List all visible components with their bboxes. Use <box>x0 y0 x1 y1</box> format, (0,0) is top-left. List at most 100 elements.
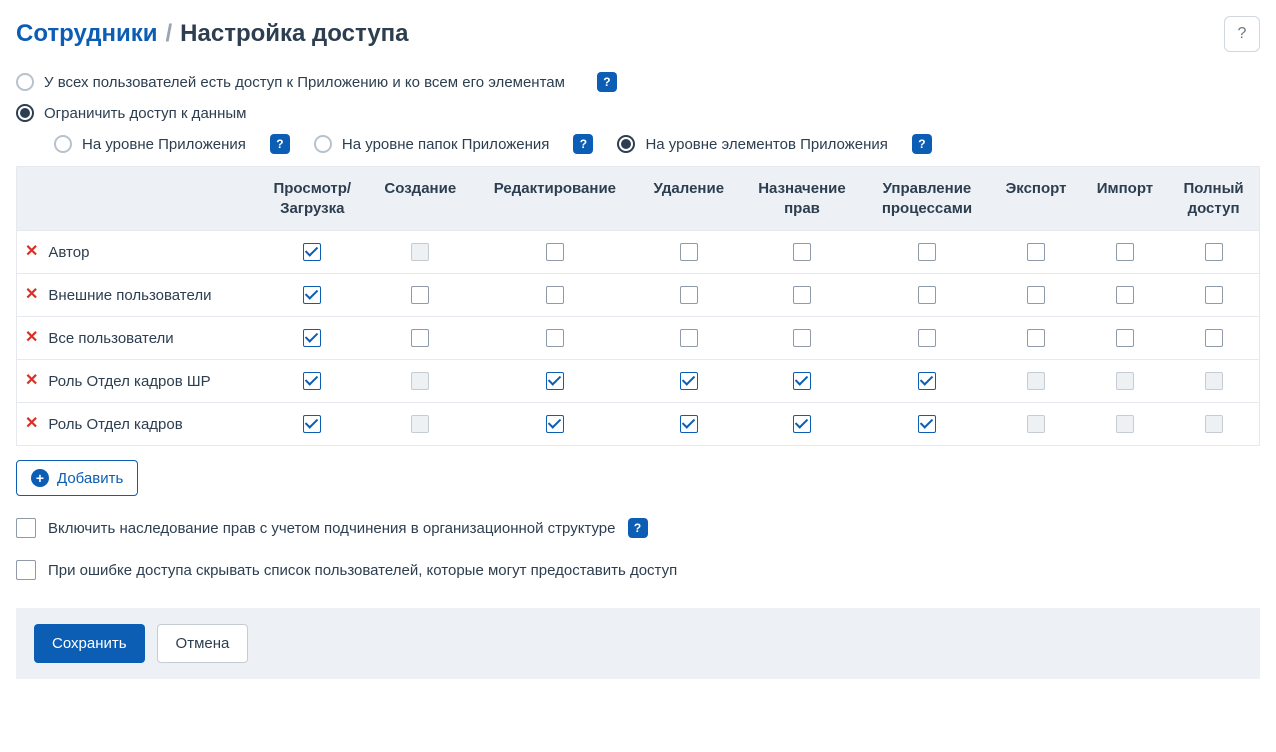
table-row: ✕ Все пользователи <box>17 317 1260 360</box>
permission-checkbox[interactable] <box>411 329 429 347</box>
plus-icon: + <box>31 469 49 487</box>
hide-on-error-checkbox[interactable] <box>16 560 36 580</box>
permission-checkbox[interactable] <box>680 415 698 433</box>
radio-level-app[interactable] <box>54 135 72 153</box>
permission-checkbox[interactable] <box>1205 243 1223 261</box>
permission-checkbox[interactable] <box>1116 286 1134 304</box>
permission-checkbox[interactable] <box>1205 329 1223 347</box>
table-row: ✕ Роль Отдел кадров <box>17 403 1260 446</box>
permission-checkbox[interactable] <box>793 286 811 304</box>
delete-row-icon[interactable]: ✕ <box>25 416 38 432</box>
permission-checkbox[interactable] <box>1116 243 1134 261</box>
row-name-label: Внешние пользователи <box>48 287 211 304</box>
permission-checkbox[interactable] <box>918 372 936 390</box>
permission-checkbox <box>411 243 429 261</box>
breadcrumb-parent[interactable]: Сотрудники <box>16 20 158 48</box>
table-row: ✕ Роль Отдел кадров ШР <box>17 360 1260 403</box>
add-button[interactable]: + Добавить <box>16 460 138 496</box>
permission-checkbox[interactable] <box>303 372 321 390</box>
cancel-button[interactable]: Отмена <box>157 624 249 663</box>
table-row: ✕ Внешние пользователи <box>17 274 1260 317</box>
help-badge-icon[interactable]: ? <box>270 134 290 154</box>
permission-checkbox <box>1027 372 1045 390</box>
permission-checkbox <box>1116 372 1134 390</box>
radio-all-users[interactable] <box>16 73 34 91</box>
page-header: Сотрудники / Настройка доступа ? <box>16 16 1260 52</box>
permission-checkbox <box>1205 415 1223 433</box>
permission-checkbox[interactable] <box>546 372 564 390</box>
add-button-label: Добавить <box>57 470 123 487</box>
permission-checkbox[interactable] <box>546 243 564 261</box>
permission-checkbox[interactable] <box>680 286 698 304</box>
access-mode-section: У всех пользователей есть доступ к Прило… <box>16 72 1260 154</box>
permission-checkbox[interactable] <box>1027 286 1045 304</box>
permission-checkbox <box>411 372 429 390</box>
row-name-label: Роль Отдел кадров <box>48 416 182 433</box>
permission-checkbox[interactable] <box>680 372 698 390</box>
help-badge-icon[interactable]: ? <box>597 72 617 92</box>
help-icon: ? <box>1238 25 1247 43</box>
permission-checkbox[interactable] <box>793 415 811 433</box>
delete-row-icon[interactable]: ✕ <box>25 373 38 389</box>
breadcrumb-separator: / <box>166 20 173 48</box>
permission-checkbox <box>1205 372 1223 390</box>
col-edit: Редактирование <box>473 167 638 231</box>
help-badge-icon[interactable]: ? <box>628 518 648 538</box>
table-header-row: Просмотр/Загрузка Создание Редактировани… <box>17 167 1260 231</box>
permission-checkbox[interactable] <box>546 415 564 433</box>
delete-row-icon[interactable]: ✕ <box>25 287 38 303</box>
permission-checkbox[interactable] <box>411 286 429 304</box>
help-badge-icon[interactable]: ? <box>912 134 932 154</box>
row-name-label: Автор <box>48 244 89 261</box>
permission-checkbox <box>411 415 429 433</box>
col-process: Управлениепроцессами <box>864 167 991 231</box>
permission-checkbox[interactable] <box>303 243 321 261</box>
permission-checkbox[interactable] <box>793 372 811 390</box>
permission-checkbox[interactable] <box>1116 329 1134 347</box>
table-row: ✕ Автор <box>17 231 1260 274</box>
radio-level-app-label: На уровне Приложения <box>82 136 246 153</box>
save-button[interactable]: Сохранить <box>34 624 145 663</box>
permission-checkbox[interactable] <box>1205 286 1223 304</box>
permission-checkbox[interactable] <box>546 329 564 347</box>
permission-checkbox[interactable] <box>918 243 936 261</box>
col-assign: Назначениеправ <box>740 167 863 231</box>
permission-checkbox[interactable] <box>918 286 936 304</box>
permission-checkbox[interactable] <box>1027 243 1045 261</box>
permission-checkbox <box>1027 415 1045 433</box>
radio-level-folders-label: На уровне папок Приложения <box>342 136 550 153</box>
breadcrumb: Сотрудники / Настройка доступа <box>16 20 409 48</box>
help-badge-icon[interactable]: ? <box>573 134 593 154</box>
col-export: Экспорт <box>990 167 1082 231</box>
radio-level-folders[interactable] <box>314 135 332 153</box>
permission-checkbox[interactable] <box>303 286 321 304</box>
permission-checkbox[interactable] <box>680 329 698 347</box>
radio-level-elements[interactable] <box>617 135 635 153</box>
radio-all-users-label: У всех пользователей есть доступ к Прило… <box>44 74 565 91</box>
permission-checkbox[interactable] <box>680 243 698 261</box>
col-import: Импорт <box>1082 167 1168 231</box>
delete-row-icon[interactable]: ✕ <box>25 330 38 346</box>
help-button[interactable]: ? <box>1224 16 1260 52</box>
row-name-label: Все пользователи <box>48 330 173 347</box>
col-view: Просмотр/Загрузка <box>257 167 369 231</box>
permission-checkbox[interactable] <box>303 329 321 347</box>
delete-row-icon[interactable]: ✕ <box>25 244 38 260</box>
inherit-checkbox[interactable] <box>16 518 36 538</box>
permission-checkbox[interactable] <box>1027 329 1045 347</box>
radio-level-elements-label: На уровне элементов Приложения <box>645 136 887 153</box>
col-full: Полныйдоступ <box>1168 167 1259 231</box>
footer: Сохранить Отмена <box>16 608 1260 679</box>
permission-checkbox[interactable] <box>793 243 811 261</box>
col-delete: Удаление <box>637 167 740 231</box>
radio-restrict[interactable] <box>16 104 34 122</box>
permission-checkbox[interactable] <box>793 329 811 347</box>
permissions-table: Просмотр/Загрузка Создание Редактировани… <box>16 166 1260 446</box>
permission-checkbox[interactable] <box>918 415 936 433</box>
permission-checkbox[interactable] <box>918 329 936 347</box>
row-name-label: Роль Отдел кадров ШР <box>48 373 210 390</box>
permission-checkbox[interactable] <box>303 415 321 433</box>
hide-on-error-label: При ошибке доступа скрывать список польз… <box>48 562 677 579</box>
permission-checkbox[interactable] <box>546 286 564 304</box>
inherit-label: Включить наследование прав с учетом подч… <box>48 520 616 537</box>
